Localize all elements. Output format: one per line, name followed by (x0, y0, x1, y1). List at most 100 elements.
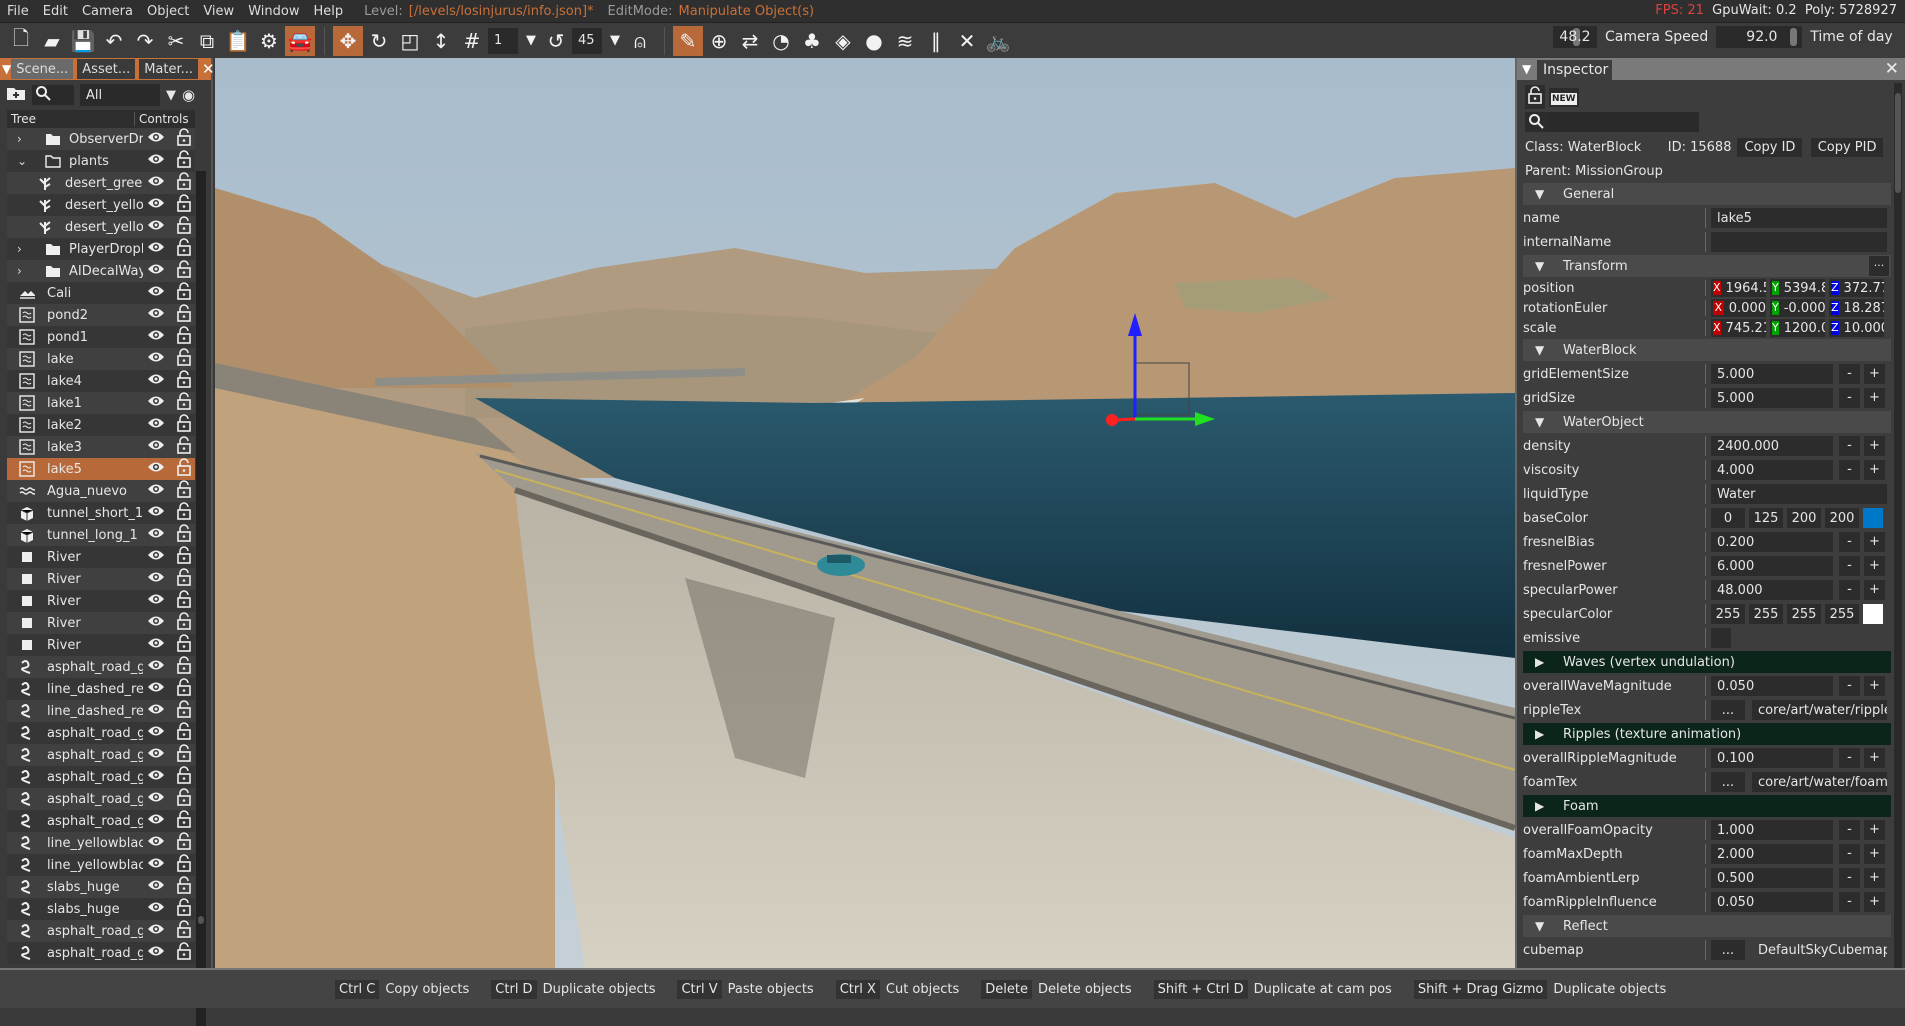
visibility-eye-icon[interactable] (147, 307, 165, 323)
lock-icon[interactable] (177, 568, 191, 590)
lock-icon[interactable] (177, 920, 191, 942)
tree-item[interactable]: desert_yellov (7, 194, 195, 216)
fresnelPower-field[interactable]: 6.000 (1711, 556, 1833, 576)
decal-road-icon[interactable]: ⇄ (735, 26, 765, 56)
visibility-eye-icon[interactable] (147, 571, 165, 587)
visibility-eye-icon[interactable] (147, 505, 165, 521)
vehicle-icon[interactable]: 🚘 (285, 25, 315, 56)
rotationEuler-y-field[interactable]: Y -0.000 (1770, 299, 1825, 317)
tree-item[interactable]: asphalt_road_g (7, 788, 195, 810)
decrement-button[interactable]: - (1839, 460, 1860, 480)
decrement-button[interactable]: - (1839, 388, 1860, 408)
river-icon[interactable]: ≋ (890, 26, 920, 56)
rippleTex-path[interactable]: core/art/water/ripple (1752, 700, 1887, 720)
grid-snap-icon[interactable]: # (457, 26, 487, 56)
visibility-eye-icon[interactable] (147, 329, 165, 345)
visibility-eye-icon[interactable] (147, 373, 165, 389)
paste-icon[interactable]: 📋 (223, 26, 253, 56)
visibility-eye-icon[interactable] (147, 483, 165, 499)
specularPower-field[interactable]: 48.000 (1711, 580, 1833, 600)
tree-item[interactable]: lake4 (7, 370, 195, 392)
increment-button[interactable]: + (1864, 556, 1885, 576)
visibility-eye-icon[interactable] (147, 615, 165, 631)
3d-viewport[interactable] (215, 58, 1515, 968)
more-options-button[interactable]: ... (1869, 256, 1889, 276)
time-of-day-slider[interactable]: 92.0 (1716, 26, 1803, 48)
lock-icon[interactable] (177, 326, 191, 348)
fresnelBias-field[interactable]: 0.200 (1711, 532, 1833, 552)
tree-item[interactable]: slabs_huge (7, 876, 195, 898)
road-icon[interactable]: ∥ (921, 26, 951, 56)
tree-item[interactable]: asphalt_road_g (7, 722, 195, 744)
visibility-eye-icon[interactable] (147, 175, 165, 191)
chevron-down-icon[interactable]: ▼ (166, 88, 176, 103)
lock-icon[interactable] (177, 370, 191, 392)
increment-button[interactable]: + (1864, 676, 1885, 696)
tree-item[interactable]: River (7, 546, 195, 568)
lock-icon[interactable] (177, 788, 191, 810)
decrement-button[interactable]: - (1839, 676, 1860, 696)
lock-icon[interactable] (177, 700, 191, 722)
increment-button[interactable]: + (1864, 436, 1885, 456)
internalName-field[interactable] (1711, 232, 1887, 252)
scale-z-field[interactable]: Z 10.000 (1829, 319, 1884, 337)
visibility-eye-icon[interactable] (147, 791, 165, 807)
lock-icon[interactable] (177, 590, 191, 612)
baseColor-swatch[interactable] (1863, 508, 1883, 528)
lock-icon[interactable] (177, 392, 191, 414)
road-architect-icon[interactable]: ✕ (952, 26, 982, 56)
visibility-eye-icon[interactable] (147, 901, 165, 917)
increment-button[interactable]: + (1864, 532, 1885, 552)
visibility-eye-icon[interactable] (147, 923, 165, 939)
copy-icon[interactable]: ⧉ (192, 26, 222, 56)
tree-item[interactable]: asphalt_road_g (7, 810, 195, 832)
visibility-eye-icon[interactable] (147, 769, 165, 785)
specularColor-channel[interactable]: 255 (1787, 604, 1821, 624)
open-folder-icon[interactable]: ▰ (37, 26, 67, 56)
increment-button[interactable]: + (1864, 364, 1885, 384)
baseColor-channel[interactable]: 125 (1749, 508, 1783, 528)
overallRippleMagnitude-field[interactable]: 0.100 (1711, 748, 1833, 768)
lock-icon[interactable] (177, 722, 191, 744)
tree-item[interactable]: asphalt_road_g (7, 656, 195, 678)
tree-item[interactable]: pond2 (7, 304, 195, 326)
scale-icon[interactable]: ◰ (395, 26, 425, 56)
tab-scene[interactable]: Scene... (11, 59, 74, 79)
foamMaxDepth-field[interactable]: 2.000 (1711, 844, 1833, 864)
decrement-button[interactable]: - (1839, 556, 1860, 576)
lock-icon[interactable] (177, 502, 191, 524)
tree-item[interactable]: line_yellowblacl (7, 854, 195, 876)
decrement-button[interactable]: - (1839, 364, 1860, 384)
settings-gear-icon[interactable]: ⚙ (254, 26, 284, 56)
tree-item[interactable]: asphalt_road_g (7, 942, 195, 964)
decrement-button[interactable]: - (1839, 748, 1860, 768)
visibility-eye-icon[interactable] (147, 197, 165, 213)
visibility-eye-icon[interactable] (147, 417, 165, 433)
tree-item[interactable]: lake3 (7, 436, 195, 458)
lock-icon[interactable] (177, 898, 191, 920)
increment-button[interactable]: + (1864, 844, 1885, 864)
tree-item[interactable]: asphalt_road_g (7, 766, 195, 788)
foamRippleInfluence-field[interactable]: 0.050 (1711, 892, 1833, 912)
tree-item[interactable]: tunnel_short_1 (7, 502, 195, 524)
visibility-eye-icon[interactable] (147, 461, 165, 477)
panel-menu-icon[interactable]: ▼ (1522, 62, 1531, 76)
rotation-snap-icon[interactable]: ↺ (541, 26, 571, 56)
baseColor-channel[interactable]: 0 (1711, 508, 1745, 528)
increment-button[interactable]: + (1864, 748, 1885, 768)
rotate-icon[interactable]: ↻ (364, 26, 394, 56)
lock-icon[interactable] (177, 854, 191, 876)
visibility-eye-icon[interactable] (147, 593, 165, 609)
tree-item[interactable]: lake1 (7, 392, 195, 414)
translate-icon[interactable]: ✥ (333, 25, 363, 56)
tree-item[interactable]: ⌄ plants (7, 150, 195, 172)
decrement-button[interactable]: - (1839, 820, 1860, 840)
visibility-eye-icon[interactable] (147, 439, 165, 455)
section-header-waterblock[interactable]: ▼ WaterBlock (1523, 339, 1891, 361)
tree-item[interactable]: River (7, 590, 195, 612)
gridElementSize-field[interactable]: 5.000 (1711, 364, 1833, 384)
lock-icon[interactable] (177, 524, 191, 546)
search-input[interactable] (32, 85, 74, 105)
tree-scrollbar[interactable] (196, 171, 206, 1026)
panel-menu-icon[interactable]: ▼ (2, 62, 11, 76)
